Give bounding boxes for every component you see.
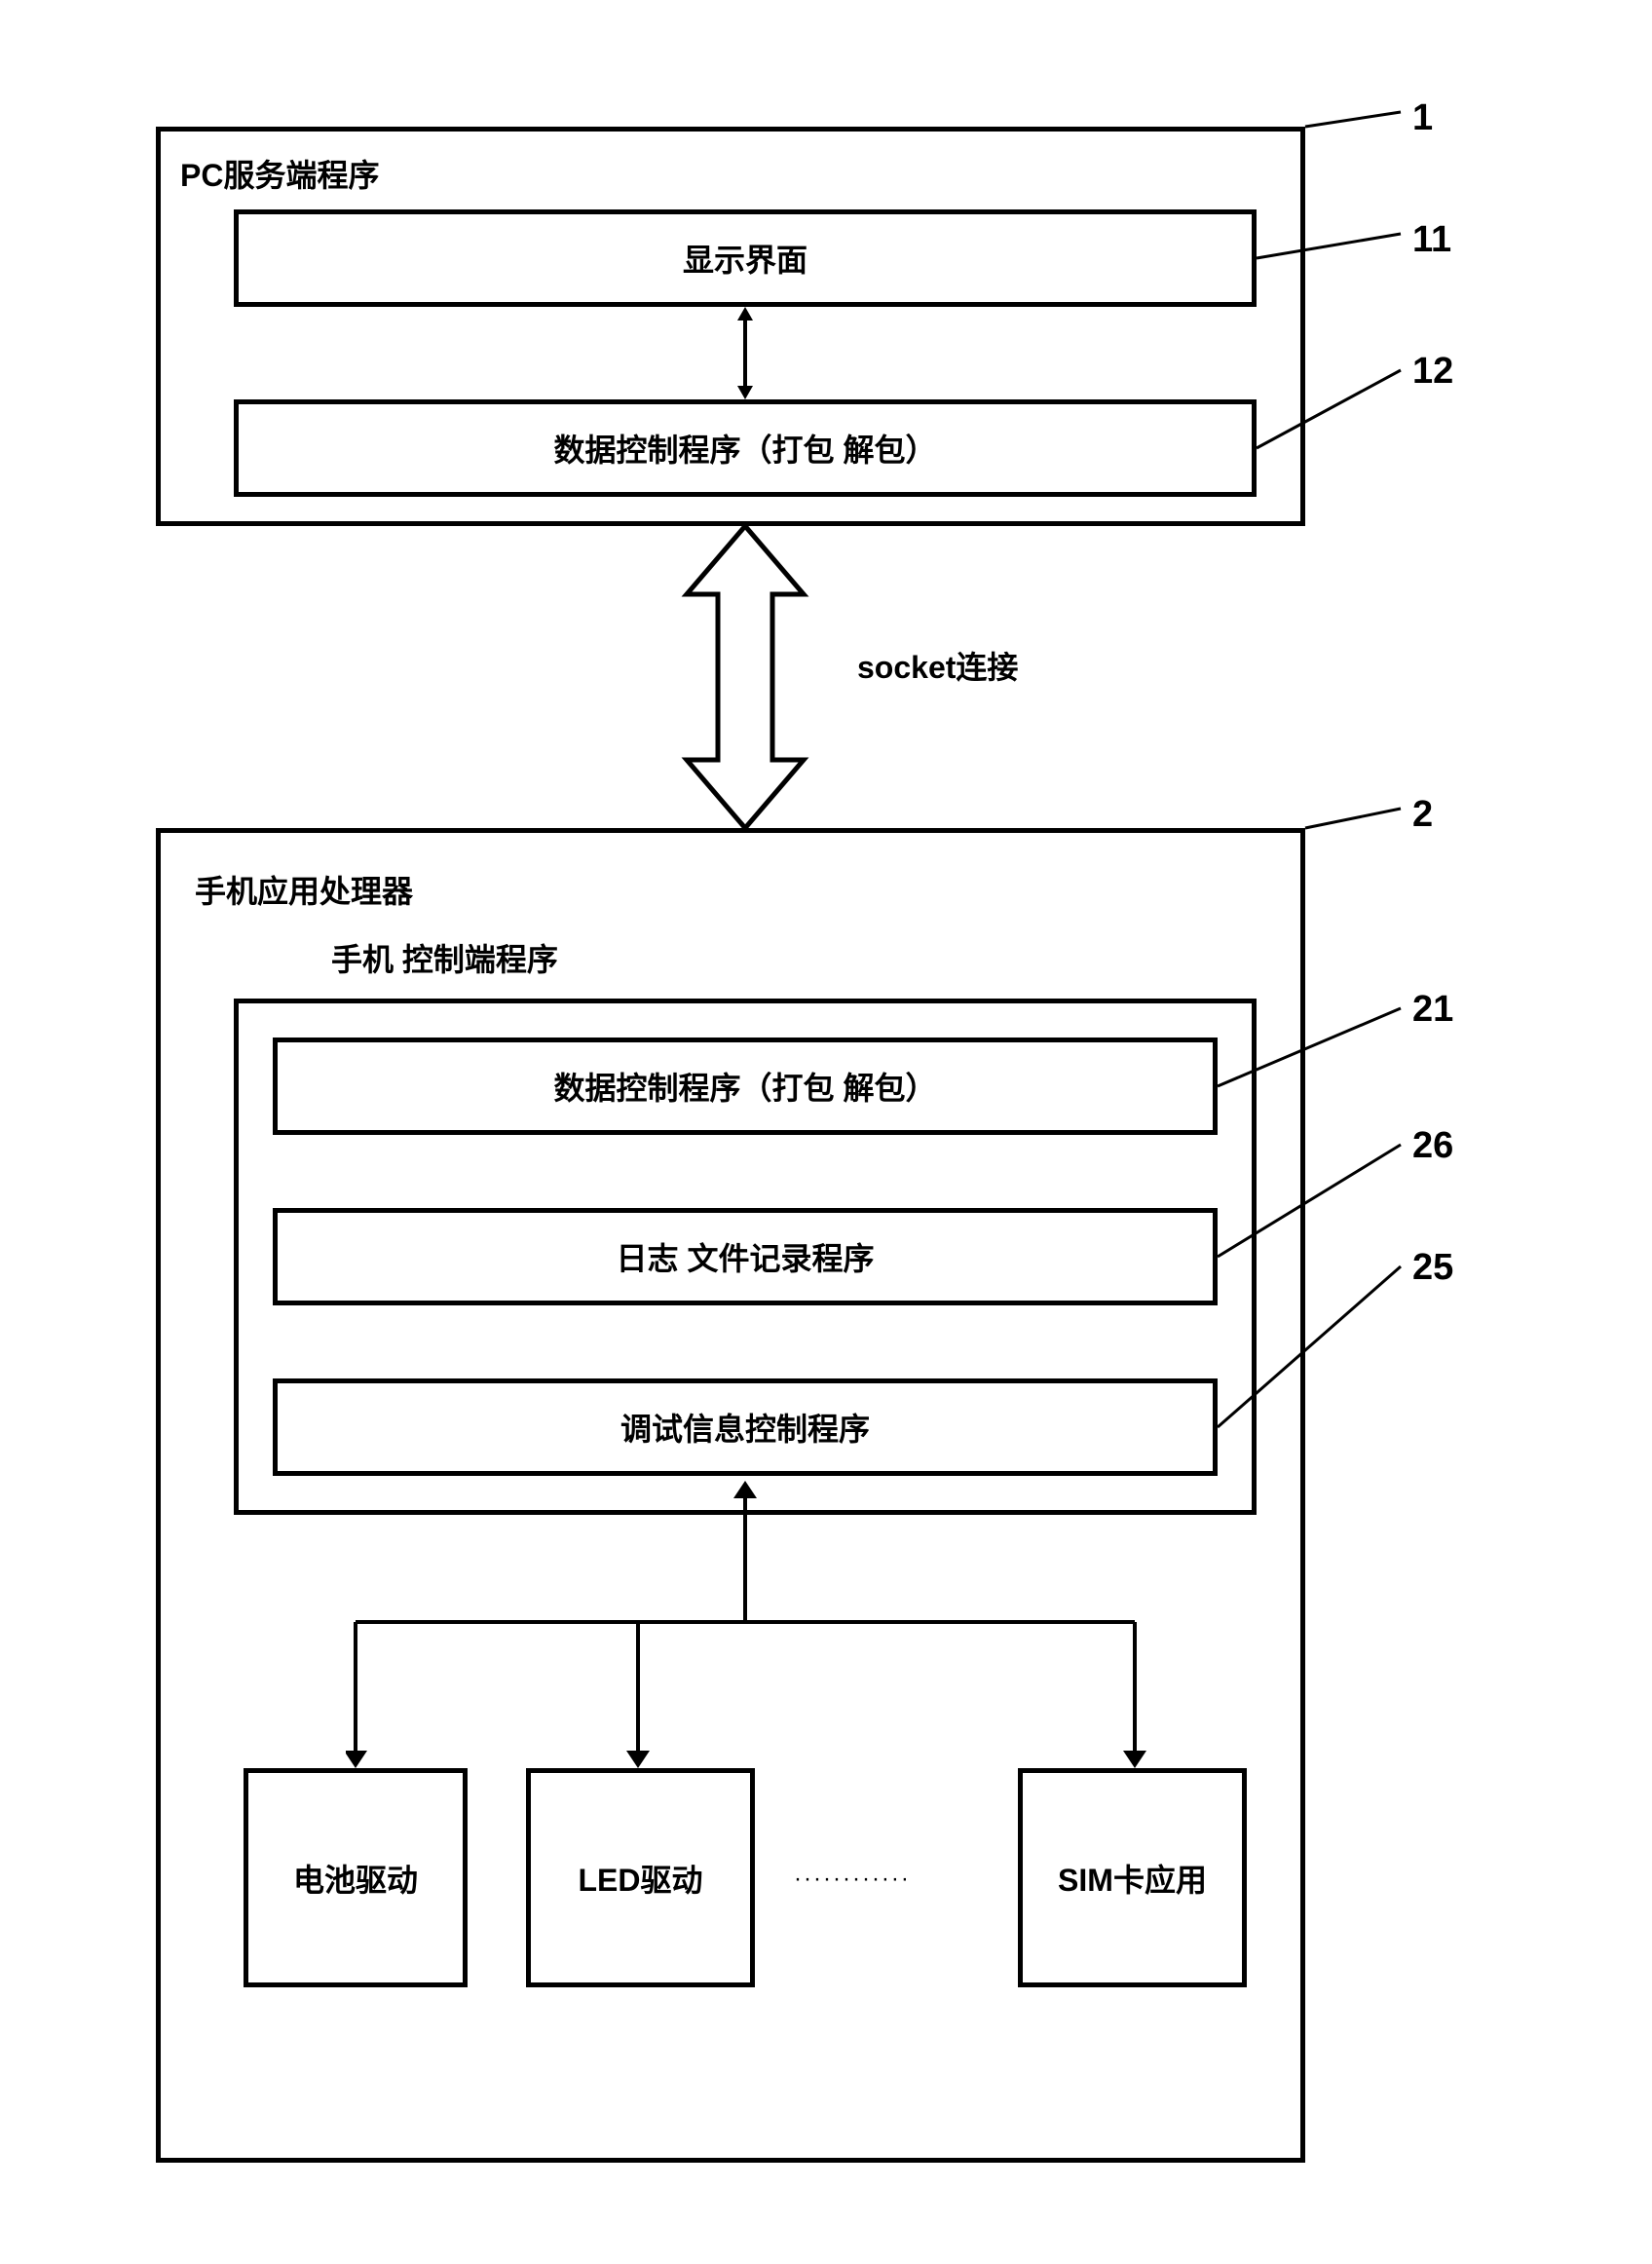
phone-data-control-box: 数据控制程序（打包 解包） [273, 1038, 1218, 1135]
label-1: 1 [1412, 97, 1433, 139]
led-driver-label: LED驱动 [578, 1856, 702, 1901]
label-12: 12 [1412, 351, 1453, 393]
system-diagram: PC服务端程序 显示界面 数据控制程序（打包 解包） socket连接 手机应用… [117, 78, 1481, 2221]
socket-arrow [677, 526, 813, 828]
log-file-label: 日志 文件记录程序 [617, 1234, 875, 1279]
label-25: 25 [1412, 1247, 1453, 1289]
phone-control-title: 手机 控制端程序 [331, 935, 558, 980]
pc-data-control-label: 数据控制程序（打包 解包） [554, 426, 937, 471]
debug-info-label: 调试信息控制程序 [620, 1405, 870, 1450]
display-data-arrow [735, 307, 755, 399]
pc-data-control-box: 数据控制程序（打包 解包） [234, 399, 1257, 497]
display-interface-label: 显示界面 [683, 236, 807, 281]
log-file-box: 日志 文件记录程序 [273, 1208, 1218, 1305]
display-interface-box: 显示界面 [234, 209, 1257, 307]
led-driver-box: LED驱动 [526, 1768, 755, 1987]
label-11: 11 [1412, 219, 1451, 261]
socket-connection-label: socket连接 [857, 643, 1018, 688]
sim-app-box: SIM卡应用 [1018, 1768, 1247, 1987]
battery-driver-box: 电池驱动 [244, 1768, 468, 1987]
fork-connector [346, 1481, 1154, 1773]
label-26: 26 [1412, 1125, 1453, 1167]
battery-driver-label: 电池驱动 [293, 1856, 418, 1901]
phone-data-control-label: 数据控制程序（打包 解包） [554, 1064, 937, 1109]
sim-app-label: SIM卡应用 [1058, 1856, 1207, 1901]
ellipsis-dots: ············ [794, 1866, 911, 1893]
label-21: 21 [1412, 989, 1453, 1031]
pc-server-title: PC服务端程序 [180, 151, 379, 196]
debug-info-box: 调试信息控制程序 [273, 1378, 1218, 1476]
label-2: 2 [1412, 794, 1433, 836]
phone-processor-title: 手机应用处理器 [195, 867, 413, 912]
